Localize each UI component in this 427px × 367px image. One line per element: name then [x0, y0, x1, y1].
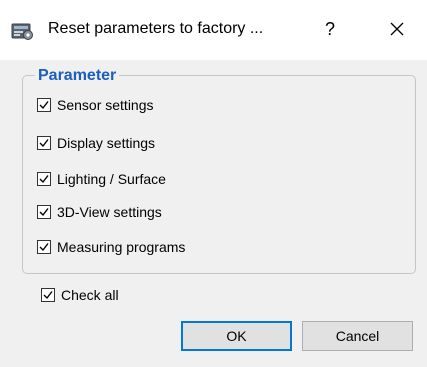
- checkmark-icon: [39, 139, 49, 148]
- 3d-view-settings-checkbox[interactable]: 3D-View settings: [37, 202, 162, 222]
- title-bar: Reset parameters to factory ... ?: [0, 0, 427, 60]
- checkmark-icon: [39, 101, 49, 110]
- checkbox-label: Sensor settings: [57, 97, 154, 113]
- groupbox-legend: Parameter: [35, 67, 120, 85]
- check-all-label: Check all: [61, 287, 119, 303]
- dialog-body: Parameter Sensor settings Display settin…: [0, 60, 427, 367]
- checkbox-box[interactable]: [41, 288, 55, 302]
- checkmark-icon: [39, 175, 49, 184]
- settings-window-icon: [10, 21, 34, 41]
- checkmark-icon: [43, 291, 53, 300]
- checkbox-box[interactable]: [37, 240, 51, 254]
- sensor-settings-checkbox[interactable]: Sensor settings: [37, 95, 154, 115]
- checkmark-icon: [39, 208, 49, 217]
- checkbox-box[interactable]: [37, 136, 51, 150]
- checkbox-label: Display settings: [57, 135, 156, 151]
- ok-button[interactable]: OK: [181, 321, 292, 351]
- check-all-checkbox[interactable]: Check all: [41, 285, 119, 305]
- checkbox-label: 3D-View settings: [57, 204, 162, 220]
- parameter-groupbox: Parameter Sensor settings Display settin…: [22, 67, 416, 274]
- checkbox-label: Measuring programs: [57, 239, 186, 255]
- measuring-programs-checkbox[interactable]: Measuring programs: [37, 237, 185, 257]
- checkbox-box[interactable]: [37, 172, 51, 186]
- cancel-button[interactable]: Cancel: [302, 321, 413, 351]
- checkbox-label: Lighting / Surface: [57, 171, 166, 187]
- help-button[interactable]: ?: [318, 16, 342, 42]
- checkbox-box[interactable]: [37, 205, 51, 219]
- checkbox-box[interactable]: [37, 98, 51, 112]
- close-button[interactable]: [382, 16, 412, 42]
- checkmark-icon: [39, 243, 49, 252]
- window-title: Reset parameters to factory ...: [48, 20, 264, 37]
- lighting-surface-checkbox[interactable]: Lighting / Surface: [37, 169, 166, 189]
- display-settings-checkbox[interactable]: Display settings: [37, 133, 155, 153]
- close-icon: [389, 22, 405, 40]
